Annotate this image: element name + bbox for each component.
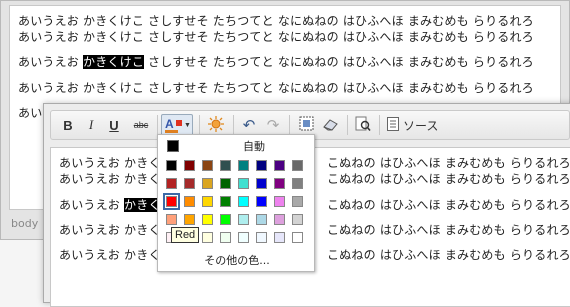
color-swatch[interactable] [184,178,195,189]
background-color-button[interactable] [206,114,226,136]
color-swatch[interactable] [292,232,303,243]
document-icon [387,116,399,134]
color-swatch[interactable] [238,214,249,225]
bg-text-prefix: あいうえお [18,55,84,69]
color-swatch[interactable] [166,178,177,189]
italic-button[interactable]: I [83,114,99,136]
text-after: こぬねの はひふへほ まみむめも らりるれろ [327,248,570,262]
color-swatch[interactable] [220,232,231,243]
color-swatch[interactable] [184,160,195,171]
source-button[interactable]: ソース [387,114,451,136]
eraser-icon [323,117,339,134]
color-swatch[interactable] [256,214,267,225]
toolbar-separator [233,115,234,135]
text-after: こぬねの はひふへほ まみむめも らりるれろ [327,156,570,170]
color-swatch[interactable] [166,214,177,225]
color-swatch[interactable] [256,196,267,207]
color-swatch[interactable] [184,196,195,207]
bg-text-line: あいうえお かきくけこ さしすせそ たちつてと なにぬねの はひふへほ まみむめ… [18,81,534,95]
bg-text-line: あいうえお かきくけこ さしすせそ たちつてと なにぬねの はひふへほ まみむめ… [18,30,534,44]
color-swatch[interactable] [202,214,213,225]
color-swatch[interactable] [256,178,267,189]
color-swatch[interactable] [256,232,267,243]
color-swatch[interactable] [274,196,285,207]
text-after: こぬねの はひふへほ まみむめも らりるれろ [327,223,570,237]
text-before: あいうえお [59,198,125,212]
bg-text-line: あいうえお かきくけこ さしすせそ たちつてと なにぬねの はひふへほ まみむめ… [18,53,534,70]
color-swatch[interactable] [220,178,231,189]
text-after: こぬねの はひふへほ まみむめも らりるれろ [327,198,570,212]
sun-icon [208,115,224,135]
find-button[interactable] [353,114,373,136]
color-swatch[interactable] [202,178,213,189]
redo-icon: ↷ [266,117,280,134]
bg-text-line: あいうえお かきくけこ さしすせそ たちつてと なにぬねの はひふへほ まみむめ… [18,14,534,28]
automatic-color-label: 自動 [243,140,265,153]
strikethrough-button[interactable]: abc [129,114,153,136]
color-swatch[interactable] [274,214,285,225]
text-after: こぬねの はひふへほ まみむめも らりるれろ [327,172,570,186]
svg-text:A: A [165,117,174,131]
color-swatch[interactable] [202,160,213,171]
select-all-button[interactable] [296,114,316,136]
color-swatch[interactable] [256,160,267,171]
color-swatch[interactable] [238,196,249,207]
automatic-color-swatch [167,140,179,152]
underline-button[interactable]: U [105,114,123,136]
color-picker-panel: 自動 その他の色... [157,134,315,272]
undo-icon: ↶ [242,117,256,134]
color-swatch[interactable] [184,214,195,225]
chevron-down-icon: ▼ [184,121,191,129]
source-label: ソース [403,118,439,133]
text-color-icon: A [163,116,183,134]
color-swatch[interactable] [274,178,285,189]
color-swatch[interactable] [166,160,177,171]
eraser-button[interactable] [321,114,341,136]
toolbar-separator [199,115,200,135]
toolbar-separator [289,115,290,135]
text-color-button[interactable]: A ▼ [161,114,193,136]
toolbar-separator [347,115,348,135]
color-swatch[interactable] [238,178,249,189]
bold-button[interactable]: B [59,114,77,136]
color-tooltip: Red [171,227,200,243]
color-swatch[interactable] [220,214,231,225]
find-icon [355,116,371,135]
color-swatch[interactable] [202,232,213,243]
color-swatch[interactable] [274,232,285,243]
color-swatch[interactable] [238,232,249,243]
automatic-color-option[interactable]: 自動 [161,138,311,154]
color-swatch[interactable] [163,193,180,210]
color-swatch[interactable] [274,160,285,171]
color-swatch[interactable] [238,160,249,171]
color-swatch[interactable] [202,196,213,207]
color-swatch[interactable] [292,196,303,207]
bg-selected-text: かきくけこ [83,55,145,69]
toolbar-separator [379,115,380,135]
color-swatch[interactable] [292,160,303,171]
color-swatch[interactable] [292,178,303,189]
redo-button[interactable]: ↷ [263,114,283,136]
color-swatch[interactable] [220,196,231,207]
toolbar-separator [157,115,158,135]
select-all-icon [299,116,314,134]
more-colors-button[interactable]: その他の色... [158,252,316,268]
color-swatch[interactable] [292,214,303,225]
bg-text-rest: さしすせそ たちつてと なにぬねの はひふへほ まみむめも らりるれろ [148,55,534,69]
undo-button[interactable]: ↶ [239,114,259,136]
color-swatch[interactable] [220,160,231,171]
